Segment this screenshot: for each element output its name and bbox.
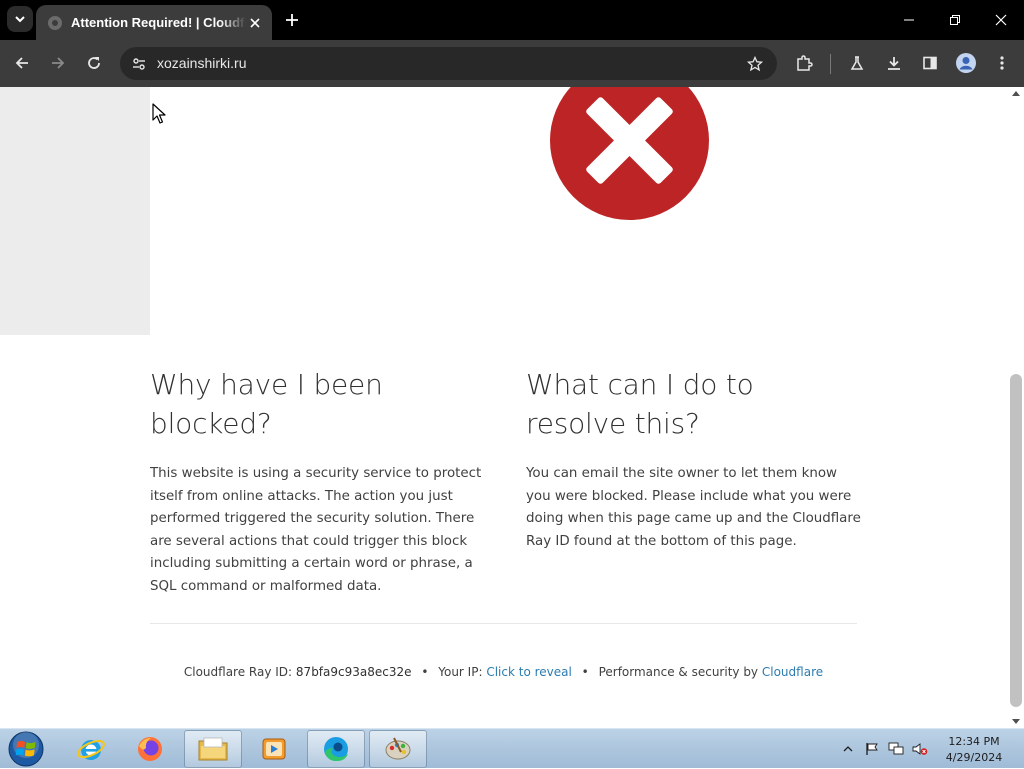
plus-icon	[286, 14, 298, 26]
minimize-button[interactable]	[886, 0, 932, 40]
footer-separator: •	[421, 665, 429, 679]
network-button[interactable]	[888, 741, 904, 757]
tab-title: Attention Required! | Cloudflare	[71, 15, 246, 30]
vertical-scrollbar[interactable]	[1007, 87, 1024, 728]
more-vertical-icon	[1000, 56, 1004, 70]
clock-time: 12:34 PM	[948, 735, 1000, 748]
ray-id-label: Cloudflare Ray ID:	[183, 665, 293, 679]
menu-button[interactable]	[987, 48, 1017, 78]
puzzle-icon	[797, 55, 813, 71]
speaker-muted-icon	[912, 743, 928, 755]
side-panel-button[interactable]	[915, 48, 945, 78]
close-window-button[interactable]	[978, 0, 1024, 40]
download-icon	[888, 57, 900, 70]
toolbar-separator	[830, 54, 831, 74]
browser-titlebar: Attention Required! | Cloudflare	[0, 0, 1024, 40]
avatar-icon	[956, 53, 976, 73]
taskbar-firefox[interactable]	[121, 730, 179, 768]
media-player-icon	[262, 738, 286, 760]
scroll-down-arrow-icon[interactable]	[1012, 719, 1020, 724]
action-center-button[interactable]	[864, 741, 880, 757]
back-button[interactable]	[7, 48, 37, 78]
internet-explorer-icon	[77, 739, 105, 760]
resolve-text: You can email the site owner to let them…	[526, 466, 861, 549]
network-icon	[888, 742, 904, 755]
taskbar: 12:34 PM 4/29/2024	[0, 728, 1024, 768]
resolve-heading: What can I do to resolve this?	[526, 368, 754, 440]
volume-button[interactable]	[912, 741, 928, 757]
footer-divider	[150, 623, 857, 624]
clock-date: 4/29/2024	[945, 751, 1003, 764]
arrow-left-icon	[15, 57, 28, 69]
system-tray	[840, 729, 928, 769]
scroll-up-arrow-icon[interactable]	[1012, 91, 1020, 96]
cloudflare-footer: Cloudflare Ray ID: 87bfa9c93a8ec32e • Yo…	[150, 665, 857, 679]
bookmark-button[interactable]	[743, 52, 767, 76]
side-panel-icon	[923, 56, 937, 70]
why-blocked-heading: Why have I been blocked?	[150, 368, 383, 440]
restore-icon	[950, 15, 960, 25]
forward-button[interactable]	[43, 48, 73, 78]
folder-icon	[198, 737, 228, 761]
browser-toolbar: xozainshirki.ru	[0, 40, 1024, 87]
reload-icon	[88, 57, 100, 69]
globe-icon	[48, 15, 62, 30]
taskbar-media-player[interactable]	[245, 730, 303, 768]
your-ip-label: Your IP:	[438, 665, 483, 679]
why-blocked-text: This website is using a security service…	[150, 466, 482, 594]
downloads-button[interactable]	[879, 48, 909, 78]
tab-active[interactable]: Attention Required! | Cloudflare	[36, 5, 272, 40]
flag-icon	[866, 743, 878, 755]
resolve-section: What can I do to resolve this? You can e…	[526, 365, 861, 553]
taskbar-file-explorer[interactable]	[184, 730, 242, 768]
tab-search-button[interactable]	[7, 6, 33, 32]
site-info-button[interactable]	[126, 51, 152, 77]
chevron-down-icon	[15, 16, 25, 23]
show-hidden-icons-button[interactable]	[840, 741, 856, 757]
taskbar-edge-browser[interactable]	[307, 730, 365, 768]
chevron-up-icon	[843, 746, 853, 752]
scroll-thumb[interactable]	[1010, 374, 1022, 707]
cloudflare-link[interactable]: Cloudflare	[762, 665, 823, 679]
new-tab-button[interactable]	[280, 8, 304, 32]
reveal-ip-link[interactable]: Click to reveal	[486, 665, 572, 679]
reload-button[interactable]	[79, 48, 109, 78]
flask-icon	[850, 56, 864, 70]
taskbar-clock[interactable]: 12:34 PM 4/29/2024	[938, 734, 1010, 766]
arrow-right-icon	[52, 57, 65, 69]
restore-button[interactable]	[932, 0, 978, 40]
taskbar-internet-explorer[interactable]	[62, 730, 120, 768]
extensions-button[interactable]	[789, 48, 819, 78]
labs-button[interactable]	[842, 48, 872, 78]
ray-id-value: 87bfa9c93a8ec32e	[295, 665, 412, 679]
taskbar-paint[interactable]	[369, 730, 427, 768]
profile-button[interactable]	[951, 48, 981, 78]
star-icon	[747, 56, 763, 72]
address-bar[interactable]: xozainshirki.ru	[120, 47, 777, 80]
mouse-cursor-icon	[152, 103, 166, 124]
paint-palette-icon	[385, 737, 411, 760]
edge-icon	[324, 737, 348, 761]
tab-close-button[interactable]	[246, 14, 264, 32]
tune-icon	[133, 58, 145, 70]
close-icon	[250, 17, 260, 28]
page-viewport: Why have I been blocked? This website is…	[0, 87, 1024, 728]
windows-start-icon	[8, 731, 44, 767]
start-button[interactable]	[6, 730, 46, 768]
error-circle	[550, 87, 709, 220]
url-text[interactable]: xozainshirki.ru	[157, 55, 246, 71]
footer-separator: •	[581, 665, 589, 679]
performance-label: Performance & security by	[598, 665, 759, 679]
firefox-icon	[138, 737, 162, 761]
why-blocked-section: Why have I been blocked? This website is…	[150, 365, 485, 598]
minimize-icon	[904, 19, 914, 21]
placeholder-image	[0, 87, 150, 335]
close-icon	[995, 14, 1007, 26]
error-x-icon	[586, 97, 673, 184]
